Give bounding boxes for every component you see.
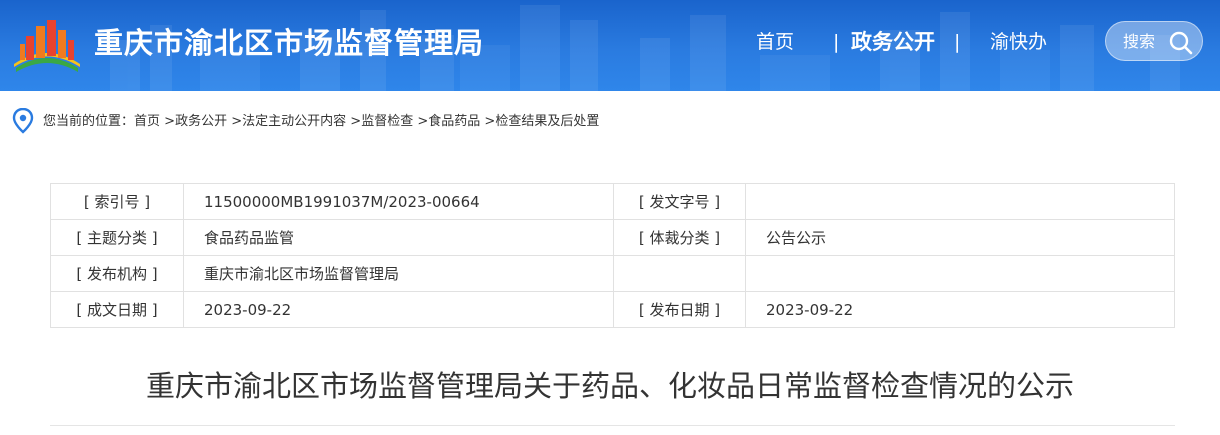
empty-cell: [745, 255, 1175, 292]
publish-date-value: 2023-09-22: [745, 291, 1175, 328]
breadcrumb-inspection-results[interactable]: 检查结果及后处置: [495, 114, 599, 129]
breadcrumb-separator: >: [417, 114, 429, 129]
search-icon: [1169, 31, 1193, 55]
breadcrumb-home[interactable]: 首页: [134, 114, 160, 129]
breadcrumb-separator: >: [484, 114, 496, 129]
publisher-value: 重庆市渝北区市场监督管理局: [183, 255, 614, 292]
breadcrumb-separator: >: [164, 114, 176, 129]
site-title[interactable]: 重庆市渝北区市场监督管理局: [94, 20, 484, 66]
site-header: 重庆市渝北区市场监督管理局 首页 | 政务公开 | 渝快办 搜索: [0, 0, 1220, 91]
index-number-value: 11500000MB1991037M/2023-00664: [183, 183, 614, 220]
document-info-table: [ 索引号 ] 11500000MB1991037M/2023-00664 [ …: [50, 183, 1175, 328]
index-number-label: [ 索引号 ]: [50, 183, 184, 220]
table-row: [ 发布机构 ] 重庆市渝北区市场监督管理局: [50, 255, 1175, 292]
breadcrumb-statutory-disclosure[interactable]: 法定主动公开内容: [242, 114, 346, 129]
breadcrumb-prefix: 您当前的位置：: [43, 114, 135, 129]
publisher-label: [ 发布机构 ]: [50, 255, 184, 292]
breadcrumb-trail: 您当前的位置：首页 >政务公开 >法定主动公开内容 >监督检查 >食品药品 >检…: [43, 113, 599, 131]
breadcrumb-separator: >: [350, 114, 362, 129]
breadcrumb-inspection[interactable]: 监督检查: [361, 114, 413, 129]
topic-category-label: [ 主题分类 ]: [50, 219, 184, 256]
genre-category-label: [ 体裁分类 ]: [613, 219, 746, 256]
nav-home[interactable]: 首页: [756, 27, 794, 57]
nav-separator: |: [954, 31, 961, 53]
table-row: [ 成文日期 ] 2023-09-22 [ 发布日期 ] 2023-09-22: [50, 291, 1175, 328]
written-date-label: [ 成文日期 ]: [50, 291, 184, 328]
nav-separator: |: [833, 31, 840, 53]
article-title: 重庆市渝北区市场监督管理局关于药品、化妆品日常监督检查情况的公示: [145, 369, 1074, 403]
title-divider: [50, 425, 1175, 426]
breadcrumb-gov-affairs[interactable]: 政务公开: [175, 114, 227, 129]
site-logo[interactable]: [12, 14, 82, 76]
genre-category-value: 公告公示: [745, 219, 1175, 256]
document-number-value: [745, 183, 1175, 220]
nav-yukuaiban[interactable]: 渝快办: [990, 27, 1054, 57]
topic-category-value: 食品药品监管: [183, 219, 614, 256]
search-label: 搜索: [1123, 32, 1156, 51]
document-number-label: [ 发文字号 ]: [613, 183, 746, 220]
empty-cell: [613, 255, 746, 292]
breadcrumb-separator: >: [231, 114, 243, 129]
search-button[interactable]: 搜索: [1105, 21, 1203, 61]
breadcrumb-food-drug[interactable]: 食品药品: [428, 114, 480, 129]
location-pin-icon: [12, 108, 34, 134]
table-row: [ 索引号 ] 11500000MB1991037M/2023-00664 [ …: [50, 183, 1175, 220]
publish-date-label: [ 发布日期 ]: [613, 291, 746, 328]
written-date-value: 2023-09-22: [183, 291, 614, 328]
nav-gov-affairs[interactable]: 政务公开: [851, 27, 935, 57]
table-row: [ 主题分类 ] 食品药品监管 [ 体裁分类 ] 公告公示: [50, 219, 1175, 256]
